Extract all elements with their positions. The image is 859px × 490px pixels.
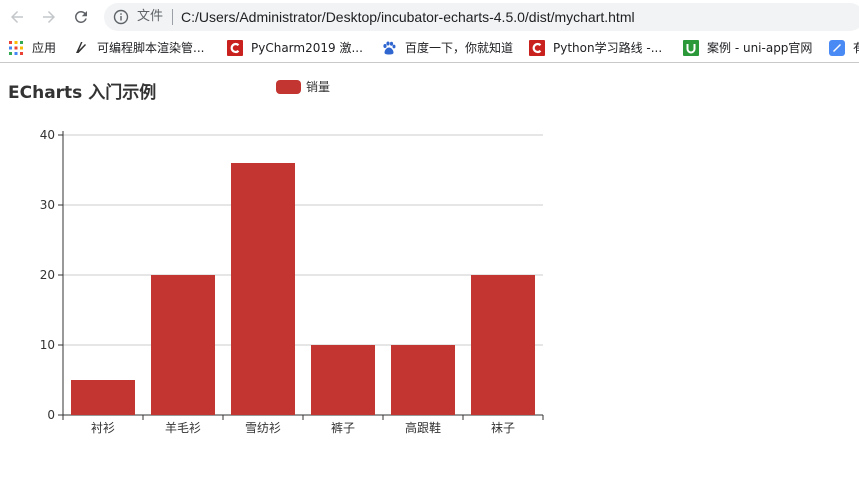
bookmark-label: 可编程脚本渲染管... — [97, 41, 205, 55]
bar-0 — [71, 380, 135, 415]
bookmark-label: PyCharm2019 激... — [251, 41, 363, 55]
bookmark-label: 有 — [853, 40, 859, 56]
csdn-icon — [227, 40, 243, 56]
x-tick-label: 裤子 — [331, 421, 355, 435]
x-tick-label: 雪纺衫 — [245, 421, 281, 435]
forward-arrow-icon — [43, 11, 55, 23]
reload-button[interactable] — [69, 5, 93, 29]
baidu-paw-icon — [381, 40, 397, 56]
bar-3 — [311, 345, 375, 415]
bookmark-apps[interactable]: 应用 — [8, 39, 56, 57]
x-tick-label: 衬衫 — [91, 421, 115, 435]
bar-chart: 0 10 20 30 40 衬衫 羊毛衫 雪纺衫 裤子 高跟鞋 袜子 — [40, 128, 544, 435]
apps-grid-icon — [8, 40, 24, 56]
csdn-icon — [529, 40, 545, 56]
bar-4 — [391, 345, 455, 415]
script-icon — [73, 40, 89, 56]
back-button[interactable] — [5, 5, 29, 29]
info-icon[interactable] — [113, 9, 129, 25]
forward-button[interactable] — [37, 5, 61, 29]
back-arrow-icon — [11, 11, 23, 23]
bar-5 — [471, 275, 535, 415]
omnibox-divider — [172, 9, 173, 25]
y-tick-label: 10 — [40, 338, 55, 352]
y-tick-label: 0 — [47, 408, 55, 422]
bookmark-script[interactable]: 可编程脚本渲染管... — [73, 39, 204, 57]
bar-1 — [151, 275, 215, 415]
y-tick-label: 30 — [40, 198, 55, 212]
uniapp-icon — [683, 40, 699, 56]
bookmarks-bar: 应用 可编程脚本渲染管... PyCharm2019 激... 百度一下，你就知… — [0, 33, 859, 63]
bookmark-label: 应用 — [32, 41, 57, 55]
bookmark-uniapp[interactable]: 案例 - uni-app官网 — [683, 39, 812, 57]
bookmark-pycharm[interactable]: PyCharm2019 激... — [227, 39, 363, 57]
reload-icon — [74, 10, 87, 23]
page-content: ECharts 入门示例 销量 0 10 20 30 40 衬衫 羊毛衫 雪纺衫 裤子 高跟鞋 袜子 — [0, 64, 859, 490]
y-tick-label: 20 — [40, 268, 55, 282]
bookmark-label: Python学习路线 -... — [553, 41, 663, 55]
x-tick-label: 高跟鞋 — [405, 420, 441, 435]
blue-doc-icon — [829, 40, 845, 56]
bookmark-python[interactable]: Python学习路线 -... — [529, 39, 662, 57]
bookmark-label: 百度一下，你就知道 — [405, 41, 514, 55]
bookmark-baidu[interactable]: 百度一下，你就知道 — [381, 39, 513, 57]
address-bar[interactable]: 文件 C:/Users/Administrator/Desktop/incuba… — [104, 3, 859, 31]
browser-toolbar: 文件 C:/Users/Administrator/Desktop/incuba… — [0, 0, 859, 33]
bar-2 — [231, 163, 295, 415]
y-tick-label: 40 — [40, 128, 55, 142]
url-text[interactable]: C:/Users/Administrator/Desktop/incubator… — [181, 8, 635, 26]
bookmark-more[interactable]: 有 — [829, 39, 859, 57]
x-tick-label: 袜子 — [491, 421, 515, 435]
x-tick-label: 羊毛衫 — [165, 420, 201, 435]
bookmark-label: 案例 - uni-app官网 — [707, 41, 813, 55]
scheme-label: 文件 — [137, 9, 164, 24]
